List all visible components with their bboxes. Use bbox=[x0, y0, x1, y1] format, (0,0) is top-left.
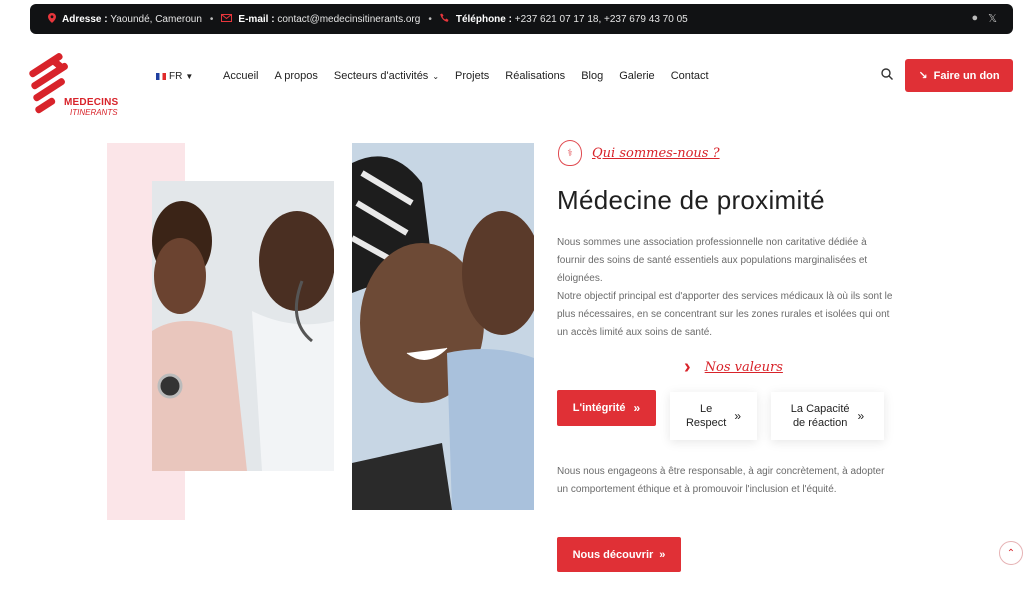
about-description: Nous sommes une association professionne… bbox=[557, 234, 893, 342]
value-tab-label-line1: La Capacité bbox=[790, 403, 850, 415]
social-links: ● 𝕏 bbox=[971, 12, 997, 25]
france-flag-icon bbox=[156, 73, 166, 80]
separator-dot: • bbox=[428, 13, 432, 25]
search-icon[interactable] bbox=[881, 68, 895, 82]
top-info-bar: Adresse : Yaoundé, Cameroun • E-mail : c… bbox=[30, 4, 1013, 34]
address-label: Adresse : bbox=[62, 13, 108, 25]
phone-value[interactable]: +237 621 07 17 18, +237 679 43 70 05 bbox=[515, 14, 688, 25]
double-chevron-right-icon: » bbox=[857, 409, 865, 423]
nav-item-galerie[interactable]: Galerie bbox=[619, 70, 654, 82]
chevron-down-icon: ⌄ bbox=[432, 72, 440, 81]
about-paragraph-2: Notre objectif principal est d'apporter … bbox=[557, 291, 893, 338]
arrow-down-right-icon: ↘ bbox=[918, 70, 928, 82]
logo-text-primary: MEDECINS bbox=[64, 97, 119, 108]
chevron-right-icon: › bbox=[684, 356, 691, 378]
chevron-up-icon: ⌃ bbox=[1006, 547, 1016, 559]
nav-item-blog[interactable]: Blog bbox=[581, 70, 603, 82]
main-header: MEDECINS ITINERANTS FR ▼ Accueil A propo… bbox=[0, 44, 1024, 117]
location-pin-icon bbox=[48, 12, 56, 26]
value-tab-respect[interactable]: Le Respect » bbox=[670, 392, 757, 440]
value-tab-integrite[interactable]: L'intégrité » bbox=[557, 390, 656, 426]
double-chevron-right-icon: » bbox=[633, 401, 641, 415]
eyebrow-text: Qui sommes-nous ? bbox=[592, 145, 720, 161]
nav-item-projets[interactable]: Projets bbox=[455, 70, 489, 82]
donate-button-label: Faire un don bbox=[933, 69, 1000, 82]
value-tab-capacite-reaction[interactable]: La Capacité de réaction » bbox=[771, 392, 884, 440]
value-description: Nous nous engageons à être responsable, … bbox=[557, 466, 885, 495]
email-item[interactable]: E-mail : contact@medecinsitinerants.org bbox=[221, 13, 420, 25]
section-eyebrow: ⚕ Qui sommes-nous ? bbox=[558, 140, 720, 166]
photo-woman-baby bbox=[352, 143, 534, 510]
nav-item-secteurs-label: Secteurs d'activités bbox=[333, 70, 429, 82]
scroll-to-top-button[interactable]: ⌃ bbox=[999, 541, 1023, 565]
phone-icon bbox=[440, 13, 450, 26]
values-heading: › Nos valeurs bbox=[684, 356, 783, 379]
main-menu: Accueil A propos Secteurs d'activités ⌄ P… bbox=[223, 70, 725, 82]
medical-heart-icon: ⚕ bbox=[558, 140, 582, 166]
site-logo[interactable]: MEDECINS ITINERANTS bbox=[28, 50, 130, 117]
language-label: FR bbox=[169, 71, 183, 82]
double-chevron-right-icon: » bbox=[734, 409, 742, 423]
facebook-icon[interactable]: ● bbox=[971, 12, 978, 25]
discover-button[interactable]: Nous découvrir » bbox=[557, 537, 681, 572]
value-tab-label-line2: de réaction bbox=[792, 417, 848, 429]
value-tab-label: Le Respect bbox=[686, 402, 726, 430]
separator-dot: • bbox=[209, 13, 214, 25]
about-paragraph-1: Nous sommes une association professionne… bbox=[557, 237, 868, 284]
language-selector[interactable]: FR ▼ bbox=[156, 71, 193, 82]
phone-item[interactable]: Téléphone : +237 621 07 17 18, +237 679 … bbox=[440, 13, 688, 26]
value-tab-label-line1: Le bbox=[700, 403, 713, 415]
nav-item-realisations[interactable]: Réalisations bbox=[505, 70, 565, 82]
address-item: Adresse : Yaoundé, Cameroun bbox=[48, 12, 202, 26]
double-chevron-right-icon: » bbox=[659, 548, 666, 561]
phone-label: Téléphone : bbox=[455, 13, 512, 25]
donate-button[interactable]: ↘ Faire un don bbox=[905, 59, 1013, 92]
mail-icon bbox=[221, 13, 233, 25]
chevron-down-icon: ▼ bbox=[185, 72, 194, 81]
nav-item-secteurs[interactable]: Secteurs d'activités ⌄ bbox=[334, 70, 439, 82]
x-icon[interactable]: 𝕏 bbox=[988, 12, 997, 25]
email-link[interactable]: contact@medecinsitinerants.org bbox=[277, 14, 420, 25]
nav-item-a-propos[interactable]: A propos bbox=[274, 70, 317, 82]
address-value: Yaoundé, Cameroun bbox=[110, 13, 202, 25]
nav-item-contact[interactable]: Contact bbox=[671, 70, 709, 82]
value-tab-label-line2: Respect bbox=[685, 417, 727, 429]
section-title: Médecine de proximité bbox=[557, 185, 825, 215]
nav-item-accueil[interactable]: Accueil bbox=[223, 70, 258, 82]
photo-doctor-child bbox=[152, 181, 334, 471]
discover-button-label: Nous découvrir bbox=[572, 548, 654, 561]
value-tab-label: L'intégrité bbox=[572, 402, 626, 414]
logo-text-secondary: ITINERANTS bbox=[70, 108, 118, 117]
email-label: E-mail : bbox=[238, 13, 275, 25]
value-tab-label: La Capacité de réaction bbox=[791, 402, 850, 430]
values-heading-text: Nos valeurs bbox=[704, 360, 783, 375]
